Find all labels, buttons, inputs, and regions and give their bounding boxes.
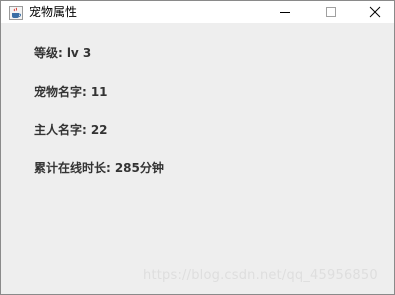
online-time-value: 285分钟	[114, 161, 164, 175]
java-cup-icon[interactable]	[9, 5, 23, 20]
owner-name-label: 主人名字:	[34, 123, 87, 137]
close-button[interactable]	[352, 1, 395, 23]
pet-name-value: 11	[90, 85, 108, 99]
minimize-icon	[280, 12, 290, 13]
level-label: 等级:	[34, 46, 63, 60]
pet-attributes-window: 宠物属性 等级: lv 3 宠物名字: 11 主人名字: 22 累计在线时长: …	[0, 0, 395, 295]
window-title: 宠物属性	[29, 5, 78, 19]
watermark: https://blog.csdn.net/qq_45956850	[143, 268, 378, 283]
level-value: lv 3	[66, 46, 92, 60]
owner-name-row: 主人名字: 22	[34, 122, 108, 138]
close-icon	[369, 6, 381, 18]
pet-name-row: 宠物名字: 11	[34, 84, 108, 100]
online-time-label: 累计在线时长:	[34, 161, 111, 175]
level-row: 等级: lv 3	[34, 45, 91, 61]
maximize-button[interactable]	[308, 1, 354, 23]
content-panel: 等级: lv 3 宠物名字: 11 主人名字: 22 累计在线时长: 285分钟 htt…	[1, 23, 394, 294]
pet-name-label: 宠物名字:	[34, 85, 87, 99]
title-bar[interactable]: 宠物属性	[1, 1, 394, 23]
minimize-button[interactable]	[262, 1, 308, 23]
owner-name-value: 22	[90, 123, 108, 137]
maximize-icon	[326, 7, 336, 17]
online-time-row: 累计在线时长: 285分钟	[34, 160, 164, 176]
